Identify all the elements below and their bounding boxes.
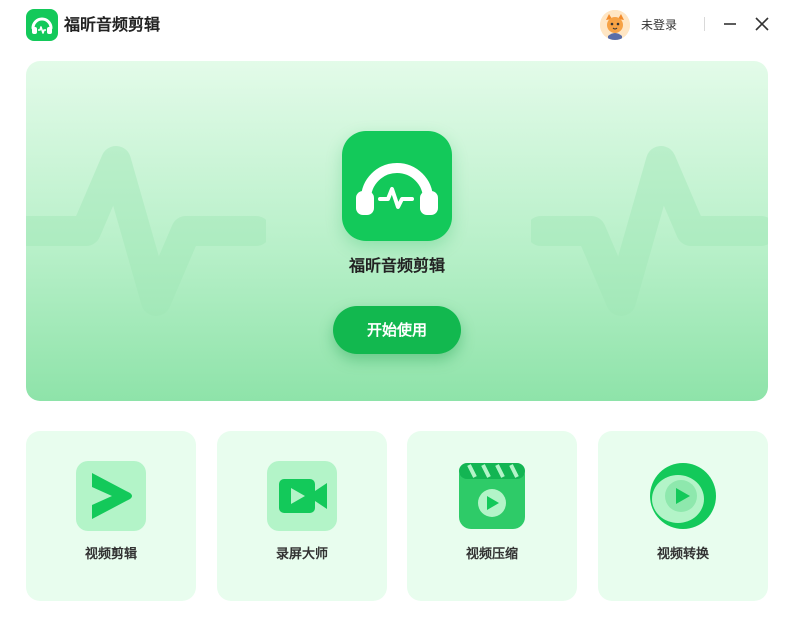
close-icon — [755, 17, 769, 31]
feature-card-video-edit[interactable]: 视频剪辑 — [26, 431, 196, 601]
feature-label: 录屏大师 — [275, 547, 328, 562]
app-name: 福昕音频剪辑 — [64, 15, 161, 34]
feature-label: 视频压缩 — [465, 547, 518, 562]
minimize-button[interactable] — [720, 14, 740, 34]
video-compress-icon — [457, 461, 527, 531]
feature-label: 视频剪辑 — [84, 547, 137, 562]
avatar-icon[interactable] — [600, 10, 630, 40]
minimize-icon — [724, 23, 736, 25]
feature-card-video-convert[interactable]: 视频转换 — [598, 431, 768, 601]
hero-title: 福昕音频剪辑 — [348, 256, 445, 275]
title-bar: 福昕音频剪辑 未登录 — [0, 0, 785, 50]
video-edit-icon — [76, 461, 146, 531]
decorative-wave-icon — [26, 146, 266, 316]
app-logo-icon — [26, 9, 58, 41]
feature-card-video-compress[interactable]: 视频压缩 — [407, 431, 577, 601]
login-status-link[interactable]: 未登录 — [641, 16, 677, 34]
decorative-wave-icon — [531, 146, 768, 316]
close-button[interactable] — [752, 14, 772, 34]
feature-card-screen-record[interactable]: 录屏大师 — [217, 431, 387, 601]
start-button[interactable]: 开始使用 — [333, 306, 461, 354]
titlebar-divider — [704, 17, 705, 31]
video-convert-icon — [648, 461, 718, 531]
screen-record-icon — [267, 461, 337, 531]
hero-banner: 福昕音频剪辑 开始使用 — [26, 61, 768, 401]
audio-editor-logo-icon — [342, 131, 452, 241]
feature-label: 视频转换 — [656, 547, 709, 562]
